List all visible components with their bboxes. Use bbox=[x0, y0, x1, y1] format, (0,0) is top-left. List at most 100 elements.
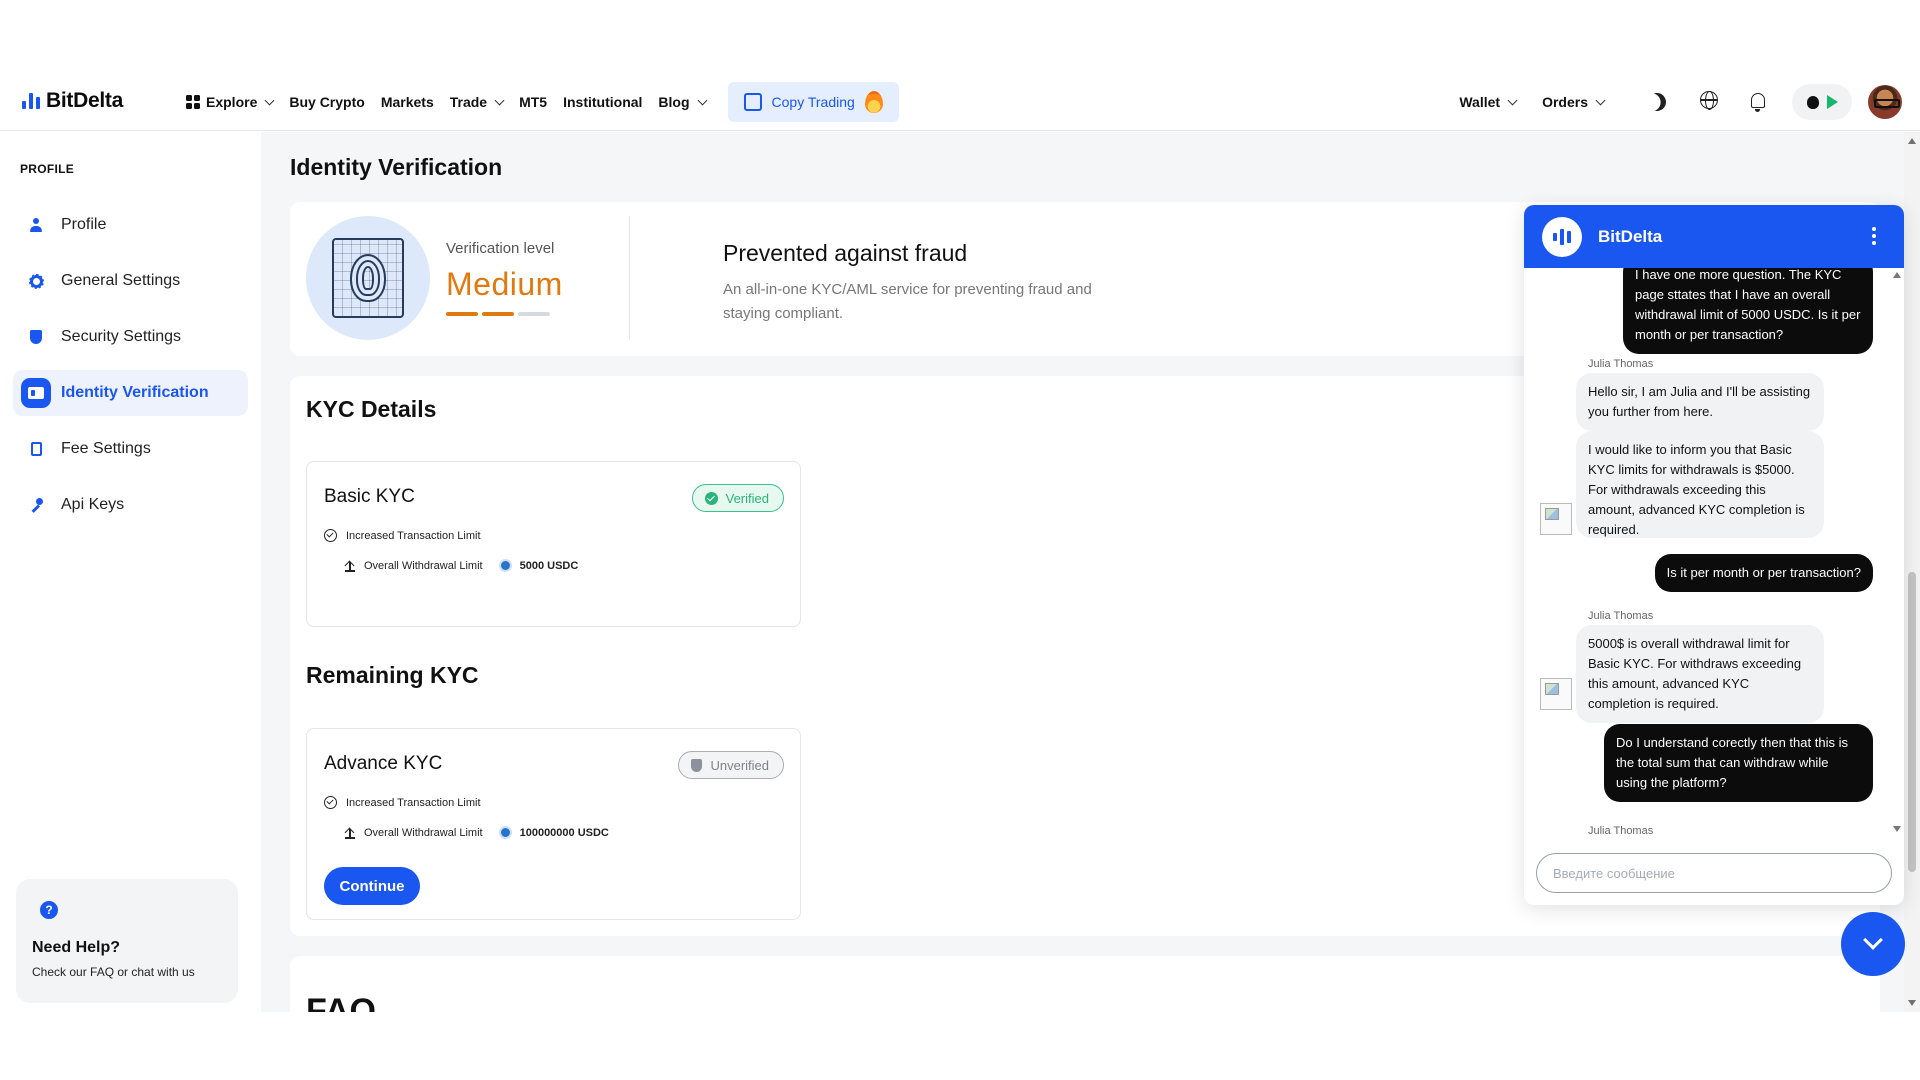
sidebar-item-general-settings[interactable]: General Settings bbox=[13, 258, 248, 304]
scroll-up-arrow-icon[interactable] bbox=[1893, 272, 1901, 278]
continue-button[interactable]: Continue bbox=[324, 867, 420, 905]
chat-message-agent: Hello sir, I am Julia and I'll be assist… bbox=[1576, 373, 1824, 431]
document-icon bbox=[27, 440, 45, 458]
usdc-coin-icon bbox=[498, 559, 512, 572]
nav-markets[interactable]: Markets bbox=[381, 94, 434, 110]
chevron-down-icon bbox=[1863, 930, 1883, 950]
withdrawal-limit-value: 5000 USDC bbox=[519, 559, 579, 572]
chevron-down-icon bbox=[494, 95, 505, 105]
sidebar-item-api-keys[interactable]: Api Keys bbox=[13, 482, 248, 528]
shield-icon bbox=[27, 328, 45, 346]
fingerprint-icon bbox=[332, 238, 404, 318]
language-selector[interactable] bbox=[1700, 91, 1722, 113]
nav-trade[interactable]: Trade bbox=[449, 94, 505, 110]
basic-kyc-title: Basic KYC bbox=[324, 486, 415, 507]
basic-kyc-box: Basic KYC Verified Increased Transaction… bbox=[306, 461, 801, 627]
bell-icon bbox=[1751, 93, 1765, 112]
sidebar-item-security-settings[interactable]: Security Settings bbox=[13, 314, 248, 360]
chat-header: BitDelta bbox=[1524, 205, 1904, 268]
nav-wallet[interactable]: Wallet bbox=[1459, 94, 1518, 110]
progress-segment bbox=[518, 312, 550, 316]
nav-buy-crypto[interactable]: Buy Crypto bbox=[289, 94, 364, 110]
shield-icon bbox=[691, 758, 703, 772]
sidebar-item-label: Profile bbox=[61, 216, 107, 233]
nav-mt5[interactable]: MT5 bbox=[519, 94, 547, 110]
agent-avatar-image bbox=[1540, 678, 1572, 710]
nav-buy-crypto-label: Buy Crypto bbox=[289, 94, 365, 110]
need-help-card[interactable]: ? Need Help? Check our FAQ or chat with … bbox=[16, 879, 238, 1003]
scrollbar-thumb[interactable] bbox=[1908, 572, 1916, 872]
nav-trade-label: Trade bbox=[449, 94, 488, 110]
key-icon bbox=[27, 496, 45, 514]
apps-grid-icon bbox=[186, 95, 200, 109]
withdrawal-limit-value: 100000000 USDC bbox=[519, 826, 609, 839]
sidebar-section-title: PROFILE bbox=[20, 162, 75, 176]
withdrawal-limit-label: Overall Withdrawal Limit bbox=[364, 826, 483, 839]
feature-label: Increased Transaction Limit bbox=[346, 796, 481, 809]
nav-explore[interactable]: Explore bbox=[186, 94, 275, 110]
chevron-down-icon bbox=[1595, 95, 1606, 105]
nav-orders-label: Orders bbox=[1542, 94, 1588, 110]
page-scrollbar[interactable] bbox=[1904, 132, 1920, 1012]
main-nav: Explore Buy Crypto Markets Trade MT5 Ins… bbox=[186, 73, 899, 131]
sidebar-item-fee-settings[interactable]: Fee Settings bbox=[13, 426, 248, 472]
status-badge-label: Unverified bbox=[710, 757, 769, 773]
sidebar-menu: Profile General Settings Security Settin… bbox=[13, 202, 248, 538]
usdc-coin-icon bbox=[498, 826, 512, 839]
agent-name: Julia Thomas bbox=[1588, 358, 1654, 370]
scroll-down-arrow-icon[interactable] bbox=[1908, 1000, 1916, 1006]
globe-icon bbox=[1700, 91, 1718, 110]
sidebar-item-label: Identity Verification bbox=[61, 384, 209, 401]
bitdelta-logo[interactable]: BitDelta bbox=[22, 89, 123, 113]
withdrawal-limit-label: Overall Withdrawal Limit bbox=[364, 559, 483, 572]
fraud-title: Prevented against fraud bbox=[723, 240, 968, 266]
sidebar-item-label: General Settings bbox=[61, 272, 181, 289]
chat-toggle-button[interactable] bbox=[1841, 912, 1905, 976]
check-circle-icon bbox=[704, 491, 718, 505]
question-icon: ? bbox=[40, 901, 58, 919]
person-icon bbox=[27, 216, 45, 234]
sidebar-item-label: Api Keys bbox=[61, 496, 125, 513]
fire-icon bbox=[864, 91, 883, 113]
logo-text: BitDelta bbox=[46, 89, 123, 112]
bitdelta-chat-logo-icon bbox=[1542, 216, 1582, 257]
copy-trading-icon bbox=[743, 93, 762, 111]
help-subtitle: Check our FAQ or chat with us bbox=[32, 965, 195, 979]
user-avatar[interactable] bbox=[1868, 85, 1902, 119]
divider bbox=[629, 216, 630, 340]
copy-trading-label: Copy Trading bbox=[771, 94, 855, 110]
status-badge-label: Verified bbox=[725, 490, 769, 506]
fingerprint-illustration bbox=[306, 216, 430, 340]
chat-message-user: Is it per month or per transaction? bbox=[1654, 554, 1873, 592]
kebab-menu-icon[interactable] bbox=[1872, 227, 1876, 245]
nav-mt5-label: MT5 bbox=[519, 94, 548, 110]
support-chat-window: BitDelta I have one more question. The K… bbox=[1524, 205, 1904, 905]
withdrawal-limit-row: Overall Withdrawal Limit 5000 USDC bbox=[344, 559, 578, 572]
google-play-icon bbox=[1826, 95, 1838, 109]
verification-level-label: Verification level bbox=[446, 240, 555, 257]
agent-name: Julia Thomas bbox=[1588, 825, 1654, 836]
chat-messages[interactable]: I have one more question. The KYC page s… bbox=[1524, 268, 1904, 836]
sidebar-item-label: Security Settings bbox=[61, 328, 182, 345]
chat-scrollbar[interactable] bbox=[1890, 268, 1904, 836]
nav-orders[interactable]: Orders bbox=[1542, 94, 1606, 110]
nav-blog[interactable]: Blog bbox=[658, 94, 707, 110]
agent-name: Julia Thomas bbox=[1588, 610, 1654, 622]
nav-institutional[interactable]: Institutional bbox=[563, 94, 642, 110]
sidebar-item-profile[interactable]: Profile bbox=[13, 202, 248, 248]
fraud-subtitle: An all-in-one KYC/AML service for preven… bbox=[723, 281, 1092, 322]
theme-toggle[interactable] bbox=[1648, 91, 1670, 113]
page-title: Identity Verification bbox=[290, 154, 503, 180]
scroll-up-arrow-icon[interactable] bbox=[1908, 138, 1916, 144]
chat-message-input[interactable] bbox=[1536, 853, 1892, 893]
chat-message-agent: I would like to inform you that Basic KY… bbox=[1576, 431, 1824, 538]
scroll-down-arrow-icon[interactable] bbox=[1893, 826, 1901, 832]
sidebar-item-identity-verification[interactable]: Identity Verification bbox=[13, 370, 248, 416]
status-badge-unverified: Unverified bbox=[678, 751, 784, 779]
remaining-kyc-title: Remaining KYC bbox=[306, 662, 479, 688]
nav-blog-label: Blog bbox=[658, 94, 690, 110]
copy-trading-button[interactable]: Copy Trading bbox=[727, 82, 899, 122]
app-download-pill[interactable] bbox=[1792, 84, 1852, 120]
notifications-button[interactable] bbox=[1748, 91, 1770, 113]
withdrawal-limit-row: Overall Withdrawal Limit 100000000 USDC bbox=[344, 826, 609, 839]
